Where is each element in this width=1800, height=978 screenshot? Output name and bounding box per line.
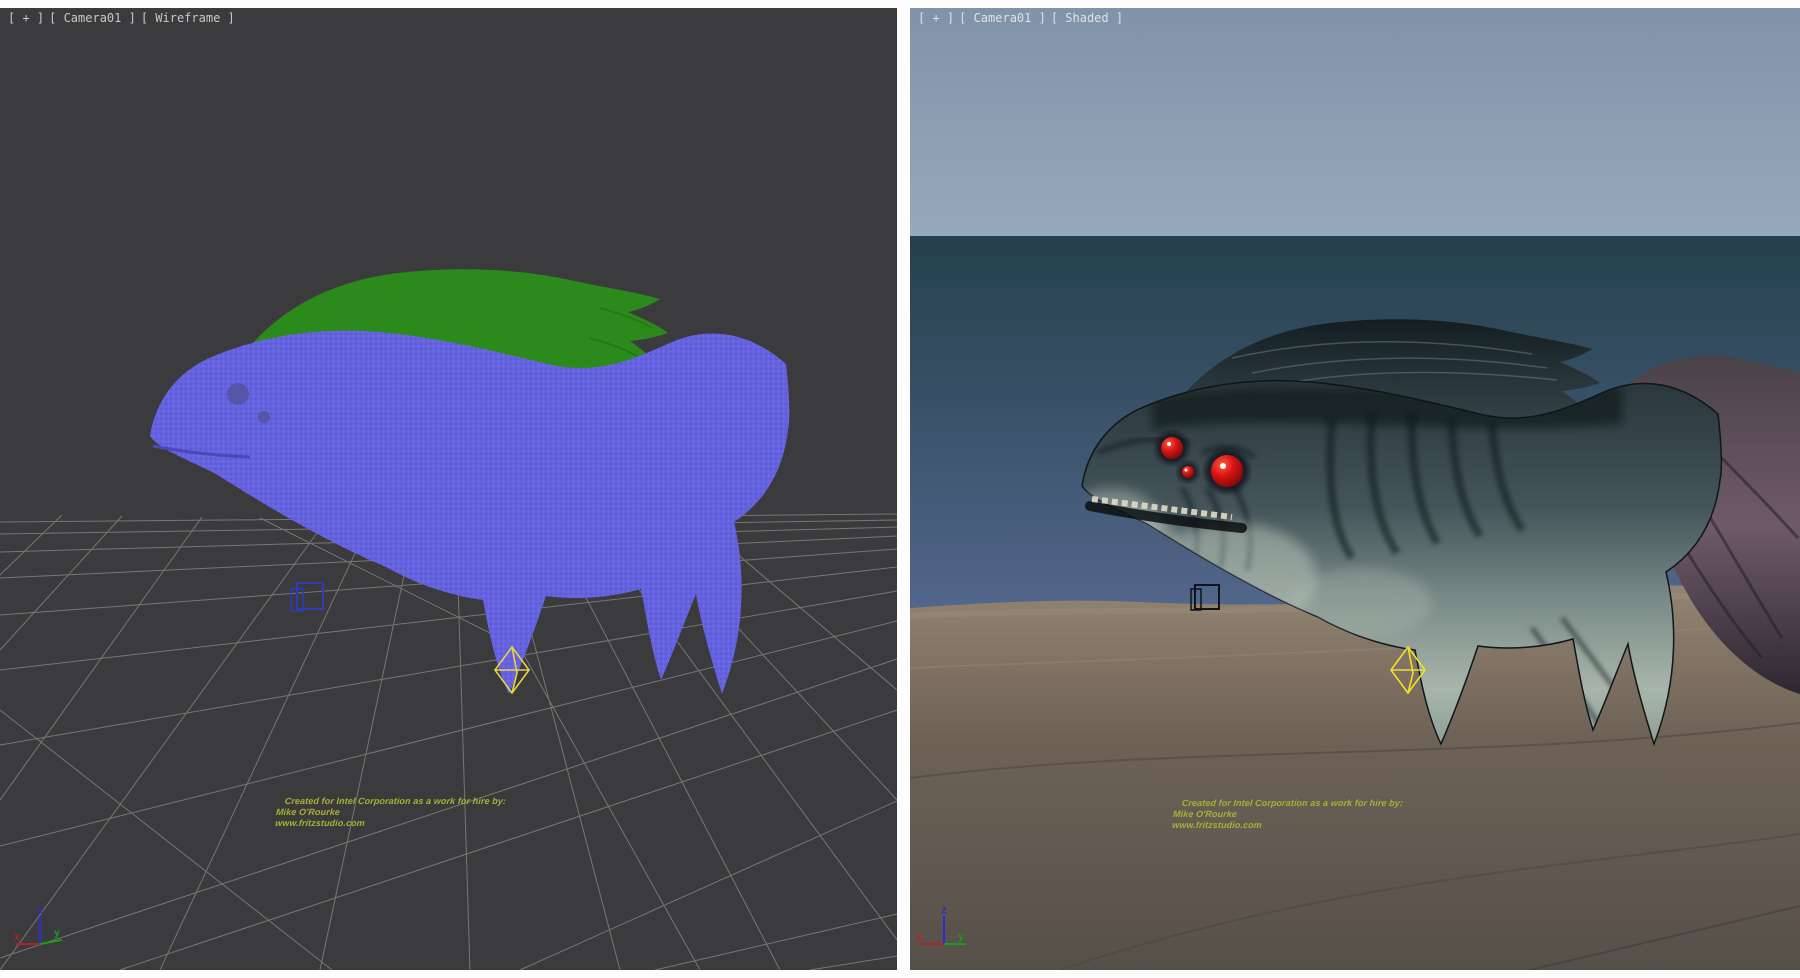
axis-z-label: z [37, 905, 43, 916]
credit-line-2: Mike O'Rourke [1173, 809, 1403, 820]
axis-z-label: z [941, 905, 947, 916]
pov-menu-button[interactable]: [ + ] [8, 11, 44, 25]
world-axis-tripod: z x y [4, 902, 68, 954]
axis-y-label: y [54, 928, 60, 939]
pov-menu-button[interactable]: [ + ] [918, 11, 954, 25]
viewport-right[interactable]: [ + ] [ Camera01 ] [ Shaded ] Created for … [910, 8, 1800, 970]
camera-menu-button[interactable]: [ Camera01 ] [49, 11, 136, 25]
credit-text: Created for Intel Corporation as a work … [1172, 798, 1404, 831]
cube-helper[interactable] [291, 583, 323, 611]
world-axis-tripod: z x y [914, 902, 978, 954]
wireframe-eye-small [258, 411, 270, 423]
eye-small [1161, 437, 1183, 459]
credit-line-1: Created for Intel Corporation as a work … [276, 796, 506, 807]
axis-x-label: x [916, 932, 922, 943]
wireframe-eye-large [227, 383, 249, 405]
shading-menu-button[interactable]: [ Wireframe ] [141, 11, 235, 25]
axis-y-label: y [958, 932, 964, 943]
viewport-area: [ + ] [ Camera01 ] [ Wireframe ] Created f… [0, 0, 1800, 978]
credit-text: Created for Intel Corporation as a work … [275, 796, 507, 829]
eye-tiny [1182, 466, 1194, 478]
viewport-label: [ + ] [ Camera01 ] [ Shaded ] [918, 11, 1128, 25]
credit-line-3: www.fritzstudio.com [1172, 820, 1402, 831]
credit-line-2: Mike O'Rourke [276, 807, 506, 818]
shading-menu-button[interactable]: [ Shaded ] [1051, 11, 1123, 25]
credit-line-3: www.fritzstudio.com [275, 818, 505, 829]
viewport-left[interactable]: [ + ] [ Camera01 ] [ Wireframe ] Created f… [0, 8, 897, 970]
credit-line-1: Created for Intel Corporation as a work … [1173, 798, 1403, 809]
sky-backdrop [910, 8, 1800, 236]
viewport-label: [ + ] [ Camera01 ] [ Wireframe ] [8, 11, 240, 25]
camera-menu-button[interactable]: [ Camera01 ] [959, 11, 1046, 25]
axis-x-label: x [14, 932, 20, 943]
eye-large [1211, 455, 1243, 487]
